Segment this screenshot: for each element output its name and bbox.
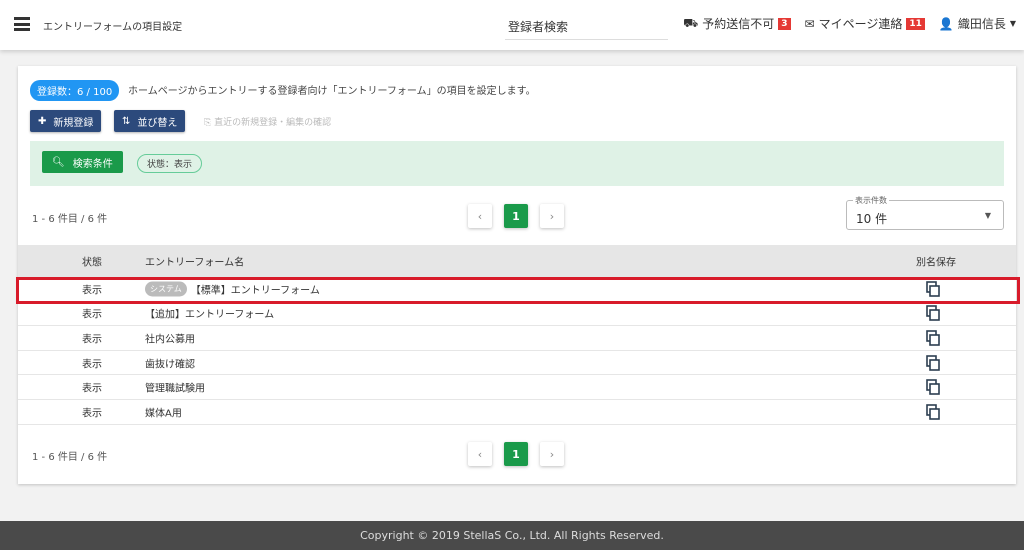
row-status: 表示 xyxy=(82,359,102,371)
row-name[interactable]: 歯抜け確認 xyxy=(145,355,195,370)
copy-icon[interactable] xyxy=(925,354,941,371)
per-page-label: 表示件数 xyxy=(853,195,889,206)
table-row[interactable]: 表示 管理職試験用 xyxy=(18,375,1016,400)
row-name[interactable]: 社内公募用 xyxy=(145,330,195,345)
history-icon: ⎘ xyxy=(204,118,215,128)
mypage-link[interactable]: マイページ連絡 xyxy=(819,15,903,32)
mypage-badge: 11 xyxy=(906,17,925,30)
row-name[interactable]: 媒体A用 xyxy=(145,404,182,419)
caret-down-icon: ▼ xyxy=(984,211,991,220)
plus-icon: ✚ xyxy=(38,115,47,127)
filter-panel: 🔍︎ 検索条件 状態：表示 xyxy=(30,141,1004,186)
row-status: 表示 xyxy=(82,383,102,395)
table-row[interactable]: 表示 歯抜け確認 xyxy=(18,351,1016,376)
copy-icon[interactable] xyxy=(925,403,941,420)
row-status: 表示 xyxy=(82,334,102,346)
table-header: 状態 エントリーフォーム名 別名保存 xyxy=(18,245,1016,277)
header-status: 状態 xyxy=(82,257,102,269)
per-page-select[interactable]: 表示件数 10 件 ▼ xyxy=(846,195,1004,230)
truck-icon: ⛟ xyxy=(683,15,699,30)
copy-icon[interactable] xyxy=(925,305,941,322)
recent-link: ⎘ 直近の新規登録・編集の確認 xyxy=(204,115,331,128)
new-button[interactable]: ✚ 新規登録 xyxy=(30,110,102,132)
search-icon: 🔍︎ xyxy=(52,156,65,168)
next-page-button[interactable]: › xyxy=(540,442,564,466)
page-1-button[interactable]: 1 xyxy=(504,204,528,228)
main-card: 登録数：6 / 100 ホームページからエントリーする登録者向け「エントリーフォ… xyxy=(18,66,1016,484)
highlight-box xyxy=(16,277,1020,304)
recent-label: 直近の新規登録・編集の確認 xyxy=(214,118,332,128)
search-conditions-button[interactable]: 🔍︎ 検索条件 xyxy=(42,151,123,173)
envelope-icon: ✉ xyxy=(804,16,815,31)
top-bar: エントリーフォームの項目設定 登録者検索 ⛟ 予約送信不可 3 ✉ マイページ連… xyxy=(0,0,1024,50)
page-title: エントリーフォームの項目設定 xyxy=(43,22,183,33)
table-row[interactable]: 表示 媒体A用 xyxy=(18,400,1016,425)
description: ホームページからエントリーする登録者向け「エントリーフォーム」の項目を設定します… xyxy=(128,86,536,97)
reservation-badge: 3 xyxy=(778,17,791,30)
registrant-search-input[interactable]: 登録者検索 xyxy=(505,15,668,40)
sort-label: 並び替え xyxy=(137,117,178,129)
row-name[interactable]: 【追加】エントリーフォーム xyxy=(145,306,274,321)
footer: Copyright © 2019 StellaS Co., Ltd. All R… xyxy=(0,521,1024,550)
copy-icon[interactable] xyxy=(925,379,941,395)
search-conditions-label: 検索条件 xyxy=(72,158,113,170)
sort-icon: ⇅ xyxy=(122,115,131,127)
per-page-value: 10 件 xyxy=(856,212,888,226)
count-badge: 登録数：6 / 100 xyxy=(30,80,120,101)
page-1-button[interactable]: 1 xyxy=(504,442,528,466)
caret-down-icon[interactable]: ▼ xyxy=(1010,19,1016,28)
user-menu[interactable]: 織田信長 xyxy=(958,15,1006,32)
prev-page-button[interactable]: ‹ xyxy=(468,204,492,228)
user-icon: 👤 xyxy=(938,16,954,31)
pagination-top: ‹ 1 › xyxy=(468,204,564,228)
row-name[interactable]: 管理職試験用 xyxy=(145,380,205,395)
reservation-link[interactable]: 予約送信不可 xyxy=(702,15,774,32)
prev-page-button[interactable]: ‹ xyxy=(468,442,492,466)
new-label: 新規登録 xyxy=(53,117,94,129)
table-row[interactable]: 表示 【追加】エントリーフォーム xyxy=(18,302,1016,327)
row-status: 表示 xyxy=(82,408,102,420)
next-page-button[interactable]: › xyxy=(540,204,564,228)
sort-button[interactable]: ⇅ 並び替え xyxy=(114,110,186,132)
range-top: 1 - 6 件目 / 6 件 xyxy=(32,214,108,225)
table-row[interactable]: 表示 社内公募用 xyxy=(18,326,1016,351)
hamburger-menu-icon[interactable] xyxy=(14,17,30,31)
copy-icon[interactable] xyxy=(925,330,941,346)
header-copy: 別名保存 xyxy=(916,257,956,269)
status-chip[interactable]: 状態：表示 xyxy=(137,154,203,173)
pagination-bottom: ‹ 1 › xyxy=(468,442,564,466)
range-bottom: 1 - 6 件目 / 6 件 xyxy=(32,452,108,463)
header-name: エントリーフォーム名 xyxy=(145,257,245,269)
row-status: 表示 xyxy=(82,309,102,321)
